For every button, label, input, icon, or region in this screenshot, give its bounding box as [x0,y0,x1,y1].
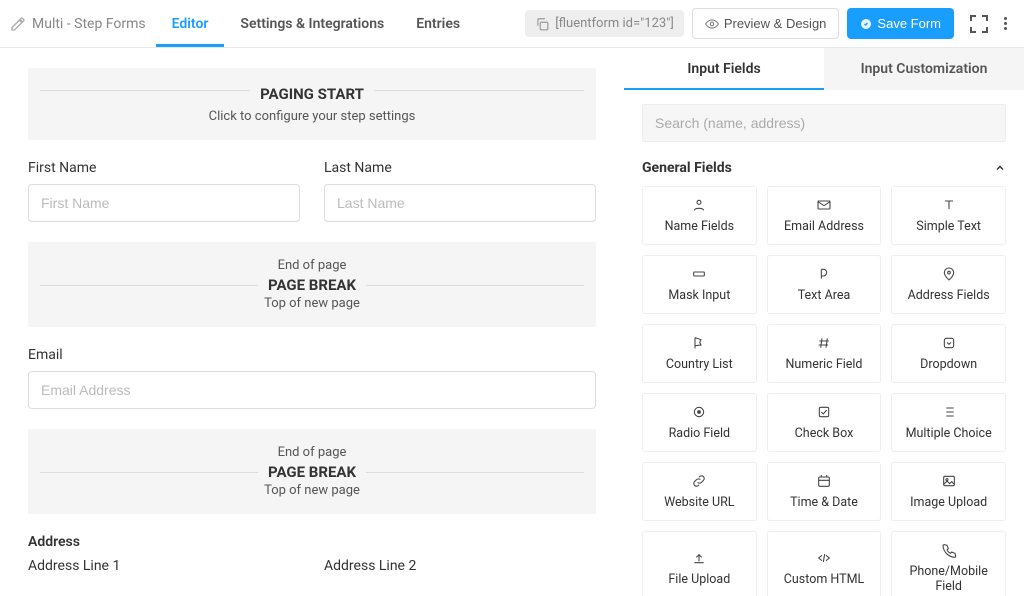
chevron-up-icon [994,162,1006,174]
field-card-label: Name Fields [665,219,735,234]
side-panel: Input Fields Input Customization General… [624,48,1024,596]
field-card-radio-field[interactable]: Radio Field [642,393,757,452]
mask-input-icon [691,266,707,282]
field-card-label: Website URL [664,495,734,510]
multiple-choice-icon [941,404,957,420]
field-card-image-upload[interactable]: Image Upload [891,462,1006,521]
field-card-label: Text Area [798,288,851,303]
field-card-country-list[interactable]: Country List [642,324,757,383]
numeric-field-icon [816,335,832,351]
section-general-fields[interactable]: General Fields [642,160,1006,176]
first-name-input[interactable] [28,184,300,222]
preview-button[interactable]: Preview & Design [692,8,840,39]
field-card-custom-html[interactable]: Custom HTML [767,531,882,596]
field-card-email-address[interactable]: Email Address [767,186,882,245]
field-card-label: Time & Date [790,495,858,510]
address-fields-icon [941,266,957,282]
simple-text-icon [941,197,957,213]
shortcode-text: [fluentform id="123"] [555,16,674,31]
field-card-file-upload[interactable]: File Upload [642,531,757,596]
panel-tab-input-fields[interactable]: Input Fields [624,48,824,90]
fullscreen-icon[interactable] [970,15,988,33]
email-address-icon [816,197,832,213]
more-menu-icon[interactable] [996,15,1014,33]
field-card-label: Simple Text [916,219,981,234]
paging-start-block[interactable]: PAGING START Click to configure your ste… [28,68,596,140]
field-card-label: Image Upload [910,495,987,510]
builder-canvas: PAGING START Click to configure your ste… [0,48,624,596]
page-break-block-1[interactable]: End of page PAGE BREAK Top of new page [28,242,596,327]
name-fields-icon [691,197,707,213]
address-line2-label: Address Line 2 [324,558,596,574]
time-date-icon [816,473,832,489]
field-card-phone-mobile-field[interactable]: Phone/Mobile Field [891,531,1006,596]
field-card-label: Multiple Choice [906,426,992,441]
field-search-input[interactable] [642,104,1006,142]
first-name-label: First Name [28,160,300,176]
field-card-address-fields[interactable]: Address Fields [891,255,1006,314]
field-card-label: Address Fields [908,288,990,303]
tab-entries[interactable]: Entries [400,0,476,47]
edit-icon [10,16,26,32]
country-list-icon [691,335,707,351]
check-icon [860,18,872,30]
field-card-label: Check Box [795,426,854,441]
field-card-label: Email Address [784,219,864,234]
file-upload-icon [691,550,707,566]
field-card-simple-text[interactable]: Simple Text [891,186,1006,245]
check-box-icon [816,404,832,420]
field-card-label: File Upload [668,572,730,587]
field-card-label: Country List [666,357,733,372]
field-card-label: Numeric Field [786,357,863,372]
tab-editor[interactable]: Editor [156,0,225,47]
text-area-icon [816,266,832,282]
field-card-label: Phone/Mobile Field [896,564,1001,594]
field-card-check-box[interactable]: Check Box [767,393,882,452]
field-card-label: Dropdown [920,357,977,372]
form-title-block: Multi - Step Forms [0,16,156,32]
field-card-multiple-choice[interactable]: Multiple Choice [891,393,1006,452]
phone-mobile-field-icon [941,542,957,558]
field-card-label: Radio Field [669,426,731,441]
field-card-name-fields[interactable]: Name Fields [642,186,757,245]
form-title: Multi - Step Forms [32,16,146,32]
radio-field-icon [691,404,707,420]
copy-icon [535,17,549,31]
last-name-label: Last Name [324,160,596,176]
email-label: Email [28,347,596,363]
paging-start-sub: Click to configure your step settings [36,109,588,124]
field-card-label: Mask Input [668,288,730,303]
custom-html-icon [816,550,832,566]
field-card-time-date[interactable]: Time & Date [767,462,882,521]
dropdown-icon [941,335,957,351]
last-name-input[interactable] [324,184,596,222]
tab-settings[interactable]: Settings & Integrations [224,0,400,47]
field-card-numeric-field[interactable]: Numeric Field [767,324,882,383]
field-card-text-area[interactable]: Text Area [767,255,882,314]
website-url-icon [691,473,707,489]
email-input[interactable] [28,371,596,409]
address-title: Address [28,534,596,550]
address-line1-label: Address Line 1 [28,558,300,574]
save-button[interactable]: Save Form [847,8,954,39]
paging-start-title: PAGING START [250,85,374,103]
field-card-mask-input[interactable]: Mask Input [642,255,757,314]
shortcode-copy[interactable]: [fluentform id="123"] [525,10,684,37]
panel-tab-input-customization[interactable]: Input Customization [824,48,1024,90]
image-upload-icon [941,473,957,489]
field-card-website-url[interactable]: Website URL [642,462,757,521]
page-break-block-2[interactable]: End of page PAGE BREAK Top of new page [28,429,596,514]
eye-icon [705,17,719,31]
field-card-label: Custom HTML [784,572,864,587]
field-card-dropdown[interactable]: Dropdown [891,324,1006,383]
